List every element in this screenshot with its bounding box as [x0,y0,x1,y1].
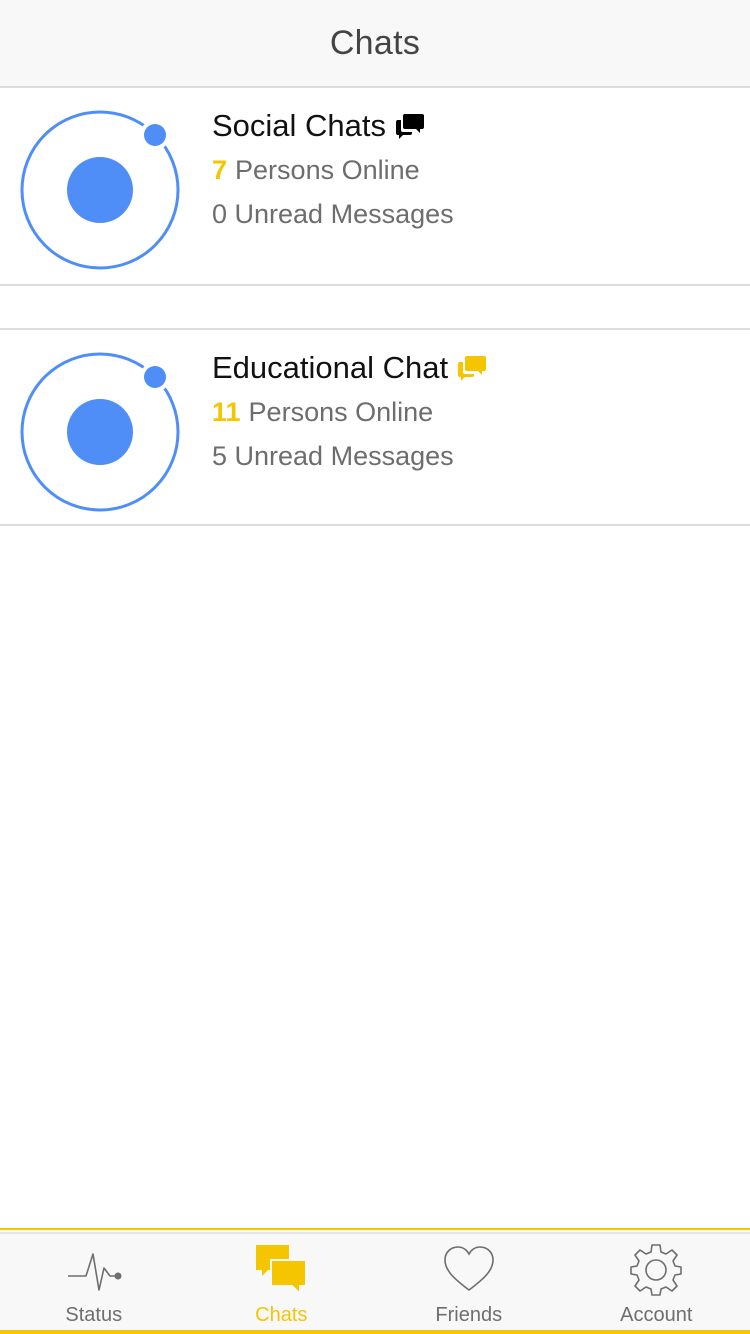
chat-bubbles-icon [396,114,425,139]
ionic-logo-avatar [20,352,180,512]
chat-title-row: Social Chats [212,106,454,146]
chat-title-row: Educational Chat [212,348,487,388]
chat-info: Social Chats 7 Persons Online 0 Unread Me… [212,106,454,234]
tab-chats[interactable]: Chats [188,1230,376,1334]
chat-info: Educational Chat 11 Persons Online 5 Unre… [212,348,487,476]
tab-friends[interactable]: Friends [375,1230,563,1334]
gear-icon [630,1244,683,1296]
unread-messages: 0 Unread Messages [212,199,454,229]
page-title: Chats [329,23,421,62]
online-status: 7 Persons Online [212,150,454,190]
tab-label: Friends [435,1304,503,1326]
chats-screen: Chats Social Chats 7 Persons Online 0 Unr… [0,0,750,1334]
chat-title: Educational Chat [212,350,449,385]
tab-account[interactable]: Account [563,1230,750,1334]
online-status: 11 Persons Online [212,392,486,432]
tab-bar: Status Chats Friends Account [0,1228,750,1334]
tab-label: Account [620,1304,693,1326]
online-label: Persons Online [235,155,420,185]
tab-label: Chats [255,1304,308,1326]
tab-status[interactable]: Status [0,1230,188,1334]
nav-bar: Chats [0,0,750,88]
chat-bubbles-icon [458,356,487,381]
chat-bubbles-icon [256,1245,308,1297]
ionic-logo-avatar [20,110,180,270]
pulse-icon [67,1253,122,1291]
chat-item-social[interactable]: Social Chats 7 Persons Online 0 Unread Me… [0,88,750,286]
chat-item-educational[interactable]: Educational Chat 11 Persons Online 5 Unre… [0,328,750,526]
tab-label: Status [65,1304,123,1326]
online-count: 7 [212,155,228,185]
unread-messages: 5 Unread Messages [212,441,454,471]
online-label: Persons Online [248,397,434,427]
online-count: 11 [212,397,241,427]
chat-title: Social Chats [212,108,387,143]
heart-icon [443,1246,494,1292]
